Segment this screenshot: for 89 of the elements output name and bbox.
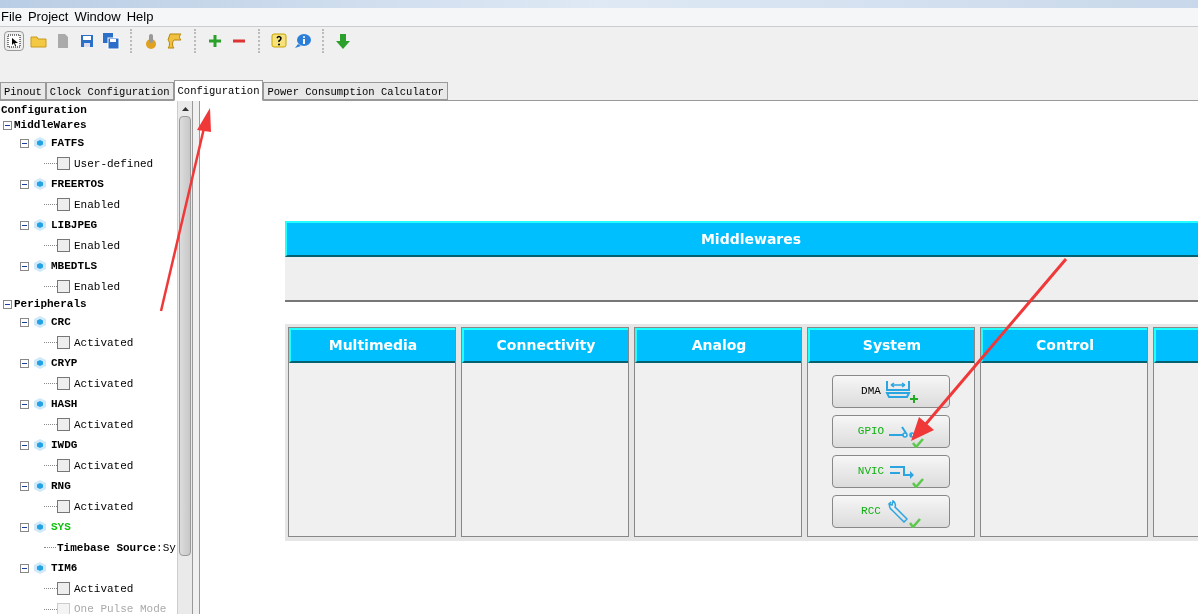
tab[interactable]: Configuration bbox=[173, 80, 264, 101]
option-label: User-defined bbox=[74, 156, 154, 172]
cube-icon bbox=[33, 177, 47, 192]
collapse-icon[interactable] bbox=[20, 138, 29, 148]
category-header: Multimedia bbox=[289, 328, 455, 363]
cube-icon bbox=[33, 356, 47, 371]
scroll-up-icon[interactable] bbox=[181, 106, 189, 111]
tree-module-label[interactable]: IWDG bbox=[51, 437, 78, 454]
checkbox[interactable] bbox=[57, 198, 70, 212]
cube-icon bbox=[33, 438, 47, 453]
cube-icon bbox=[33, 218, 47, 233]
tree-module-label[interactable]: LIBJPEG bbox=[51, 217, 98, 234]
collapse-icon[interactable] bbox=[20, 220, 29, 230]
select-tool-icon[interactable] bbox=[4, 31, 24, 51]
tree-module-label[interactable]: MBEDTLS bbox=[51, 258, 98, 275]
menu-item[interactable]: Help bbox=[126, 7, 154, 27]
collapse-icon[interactable] bbox=[20, 179, 29, 189]
tree-module-label[interactable]: CRC bbox=[51, 314, 71, 331]
collapse-icon[interactable] bbox=[20, 317, 29, 327]
cube-icon bbox=[33, 315, 47, 330]
check-icon bbox=[912, 477, 925, 488]
tab[interactable]: Power Consumption Calculator bbox=[263, 82, 448, 100]
plus-icon[interactable] bbox=[206, 32, 224, 50]
collapse-icon[interactable] bbox=[3, 121, 12, 130]
tree-module-label[interactable]: FATFS bbox=[51, 135, 84, 152]
category-header: Control bbox=[981, 328, 1147, 363]
checkbox[interactable] bbox=[57, 336, 70, 350]
scroll-icon[interactable] bbox=[166, 32, 184, 50]
category-header: System bbox=[808, 328, 974, 363]
cube-icon bbox=[33, 136, 47, 151]
option-label: Activated bbox=[74, 376, 134, 392]
info-icon[interactable] bbox=[294, 32, 312, 50]
collapse-icon[interactable] bbox=[20, 440, 29, 450]
tab[interactable]: Pinout bbox=[0, 82, 46, 100]
menu-item[interactable]: File bbox=[1, 7, 22, 27]
option-label: One Pulse Mode bbox=[74, 602, 167, 614]
checkbox[interactable] bbox=[57, 377, 70, 391]
middlewares-header: Middlewares bbox=[285, 221, 1198, 257]
peripheral-button[interactable]: DMA bbox=[832, 375, 950, 408]
cube-icon bbox=[33, 479, 47, 494]
menu-item[interactable]: Window bbox=[74, 7, 121, 27]
tab[interactable]: Clock Configuration bbox=[45, 82, 174, 100]
download-arrow-icon[interactable] bbox=[334, 32, 352, 50]
scrollbar[interactable] bbox=[177, 101, 192, 614]
checkbox[interactable] bbox=[57, 280, 70, 294]
option-label: Activated bbox=[74, 417, 134, 433]
option-label: Enabled bbox=[74, 279, 121, 295]
collapse-icon[interactable] bbox=[3, 300, 12, 309]
category-header: Connectivity bbox=[462, 328, 628, 363]
tree-module-label[interactable]: RNG bbox=[51, 478, 71, 495]
save-icon[interactable] bbox=[78, 32, 96, 50]
menu-item[interactable]: Project bbox=[27, 7, 69, 27]
option-label: Enabled bbox=[74, 238, 121, 254]
cube-icon bbox=[33, 520, 47, 535]
tree-group-label[interactable]: Peripherals bbox=[14, 296, 87, 313]
tree-module-label[interactable]: FREERTOS bbox=[51, 176, 104, 193]
save-all-icon[interactable] bbox=[102, 32, 120, 50]
option-label: Activated bbox=[74, 458, 134, 474]
tree-group-label[interactable]: MiddleWares bbox=[14, 117, 87, 134]
option-label: Enabled bbox=[74, 197, 121, 213]
check-icon bbox=[908, 517, 921, 528]
tree-module-label[interactable]: CRYP bbox=[51, 355, 78, 372]
option-label: Activated bbox=[74, 581, 134, 597]
collapse-icon[interactable] bbox=[20, 358, 29, 368]
checkbox[interactable] bbox=[57, 459, 70, 473]
cube-icon bbox=[33, 259, 47, 274]
collapse-icon[interactable] bbox=[20, 563, 29, 573]
help-icon[interactable] bbox=[270, 32, 288, 50]
checkbox[interactable] bbox=[57, 418, 70, 432]
checkbox[interactable] bbox=[57, 239, 70, 253]
transfer-icon bbox=[884, 379, 919, 404]
check-icon bbox=[912, 437, 925, 448]
cube-icon bbox=[33, 561, 47, 576]
collapse-icon[interactable] bbox=[20, 481, 29, 491]
option-label: Activated bbox=[74, 335, 134, 351]
cube-icon bbox=[33, 397, 47, 412]
tree-module-label[interactable]: HASH bbox=[51, 396, 78, 413]
setting-text: Timebase Source:Sy bbox=[57, 540, 176, 556]
checkbox[interactable] bbox=[57, 157, 70, 171]
checkbox[interactable] bbox=[57, 500, 70, 514]
tree-module-label[interactable]: TIM6 bbox=[51, 560, 78, 577]
checkbox[interactable] bbox=[57, 582, 70, 596]
category-header: Analog bbox=[635, 328, 801, 363]
collapse-icon[interactable] bbox=[20, 522, 29, 532]
tree-root-label: Configuration bbox=[1, 103, 87, 119]
collapse-icon[interactable] bbox=[20, 261, 29, 271]
interrupt-icon bbox=[888, 463, 916, 480]
collapse-icon[interactable] bbox=[20, 399, 29, 409]
option-label: Activated bbox=[74, 499, 134, 515]
